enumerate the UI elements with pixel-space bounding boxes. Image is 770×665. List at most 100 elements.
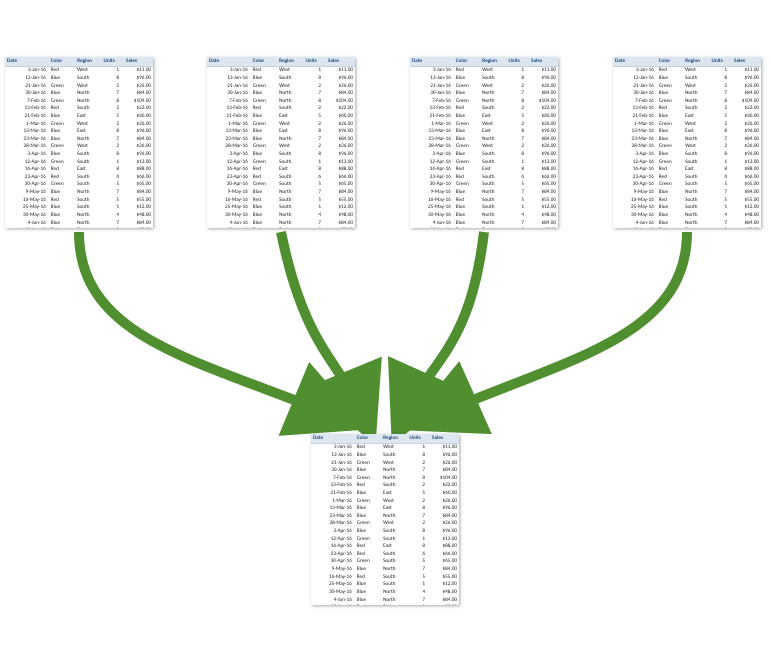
cell-sales: $96.00 [529,75,558,83]
cell-date: 3-Jan-16 [5,67,49,75]
cell-date: 9-May-16 [311,566,355,574]
cell-date: 30-Jan-16 [613,90,657,98]
cell-date: 4-Jun-16 [410,219,454,227]
cell-date: 23-Mar-16 [613,136,657,144]
cell-sales: $84.00 [326,90,355,98]
cell-region: North [480,90,506,98]
cell-sales: $13.00 [529,158,558,166]
cell-sales: $11.00 [326,67,355,75]
cell-units: 2 [101,105,124,113]
cell-date: 28-Mar-16 [311,520,355,528]
cell-sales: $48.00 [529,212,558,220]
cell-region: North [480,97,506,105]
cell-region: South [683,105,709,113]
cell-region: South [75,158,101,166]
cell-units: 6 [101,174,124,182]
table-row: 30-May-16BlueNorth4$48.00 [410,212,558,220]
table-row: 3-Jan-16RedWest1$11.00 [613,67,761,75]
cell-sales: $55.00 [326,196,355,204]
table-row: 1-Mar-16GreenWest2$26.00 [410,120,558,128]
cell-region: South [381,452,407,460]
cell-sales: $55.00 [124,196,153,204]
cell-units: 7 [101,189,124,197]
cell-units: 4 [506,212,529,220]
cell-sales: $96.00 [732,128,761,136]
cell-region: South [480,196,506,204]
cell-color: Blue [657,189,683,197]
cell-sales: $65.00 [529,181,558,189]
cell-units: 1 [506,67,529,75]
cell-units: 5 [407,573,430,581]
table-row: 9-May-16BlueNorth7$84.00 [410,189,558,197]
cell-region: North [683,136,709,144]
cell-units: 8 [303,128,326,136]
cell-units: 2 [407,520,430,528]
table-row: 30-Apr-16GreenSouth5$65.00 [207,181,355,189]
cell-date: 3-Apr-16 [410,151,454,159]
cell-sales: $96.00 [326,128,355,136]
cell-color: Red [454,67,480,75]
cell-color: Blue [454,136,480,144]
cell-sales: $26.00 [529,82,558,90]
cell-region: North [683,189,709,197]
cell-units: 8 [303,166,326,174]
cell-sales: $84.00 [529,189,558,197]
table-row: 3-Jan-16RedWest1$11.00 [5,67,153,75]
cell-sales: $55.00 [529,196,558,204]
merged-table: DateColorRegionUnitsSales3-Jan-16RedWest… [311,434,459,605]
cell-units: 8 [407,505,430,513]
cell-date: 13-Jan-16 [410,75,454,83]
table-row: 13-Jun-16RedEast3$33.00 [613,227,761,228]
cell-region: South [683,158,709,166]
cell-region: West [480,143,506,151]
cell-date: 23-Apr-16 [613,174,657,182]
cell-sales: $84.00 [326,136,355,144]
column-header: Region [381,434,407,444]
table-row: 30-Jan-16BlueNorth7$84.00 [5,90,153,98]
cell-date: 3-Jan-16 [207,67,251,75]
cell-units: 5 [303,196,326,204]
cell-sales: $48.00 [430,589,459,597]
cell-region: South [277,151,303,159]
table-row: 13-Jan-16BlueSouth8$96.00 [5,75,153,83]
cell-date: 3-Apr-16 [311,528,355,536]
cell-sales: $60.00 [124,113,153,121]
table-row: 21-Feb-16BlueEast5$60.00 [207,113,355,121]
cell-units: 3 [303,227,326,228]
cell-date: 16-Apr-16 [410,166,454,174]
cell-sales: $60.00 [326,113,355,121]
cell-sales: $12.00 [430,581,459,589]
cell-date: 7-Feb-16 [311,474,355,482]
cell-color: Red [454,196,480,204]
table-row: 7-Feb-16GreenNorth8$104.00 [410,97,558,105]
column-header: Date [5,57,49,67]
table-row: 1-Mar-16GreenWest2$26.00 [5,120,153,128]
cell-color: Red [49,174,75,182]
cell-region: West [277,82,303,90]
table-row: 30-May-16BlueNorth4$48.00 [311,589,459,597]
cell-color: Green [355,497,381,505]
cell-units: 5 [407,558,430,566]
cell-region: North [480,136,506,144]
column-header: Sales [430,434,459,444]
cell-region: South [277,181,303,189]
table-row: 3-Apr-16BlueSouth8$96.00 [207,151,355,159]
table-row: 4-Jun-16BlueNorth7$84.00 [410,219,558,227]
cell-date: 21-Feb-16 [207,113,251,121]
table-row: 16-Apr-16RedEast8$88.00 [5,166,153,174]
table-row: 25-May-16BlueSouth1$12.00 [207,204,355,212]
table-row: 13-Jun-16RedEast3$33.00 [311,604,459,605]
cell-date: 30-May-16 [5,212,49,220]
cell-color: Red [657,67,683,75]
cell-date: 16-Apr-16 [5,166,49,174]
cell-sales: $66.00 [732,174,761,182]
table-row: 28-Mar-16GreenWest2$26.00 [613,143,761,151]
cell-region: North [277,90,303,98]
cell-region: South [480,105,506,113]
cell-date: 13-Mar-16 [311,505,355,513]
cell-sales: $13.00 [326,158,355,166]
cell-color: Red [454,227,480,228]
table-row: 3-Apr-16BlueSouth8$96.00 [5,151,153,159]
cell-color: Red [454,105,480,113]
cell-units: 5 [709,181,732,189]
